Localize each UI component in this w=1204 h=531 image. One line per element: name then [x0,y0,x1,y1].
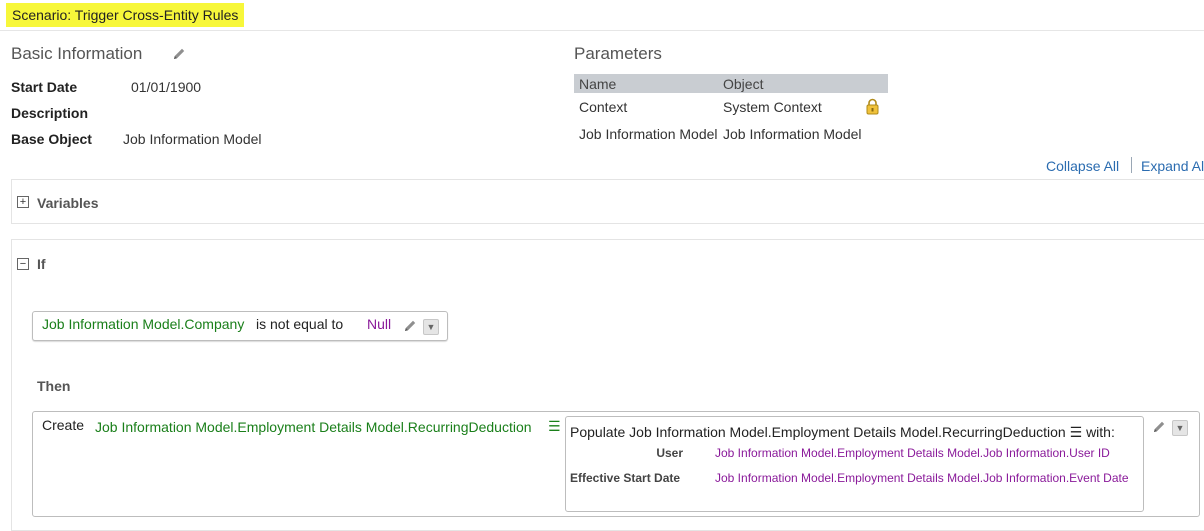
populate-row-label: User [656,446,683,460]
parameters-title: Parameters [574,44,662,63]
start-date-value: 01/01/1900 [131,79,202,95]
variables-label[interactable]: Variables [37,195,99,211]
edit-action-pencil-icon[interactable] [1151,419,1167,435]
parameter-row-name: Context [579,99,628,115]
action-dropdown-icon[interactable]: ▼ [1172,420,1188,436]
parameters-column-object: Object [723,76,764,92]
expand-plus-box-icon[interactable]: + [17,196,29,208]
populate-target[interactable]: Job Information Model.Employment Details… [629,424,1066,440]
collapse-all-link[interactable]: Collapse All [1046,158,1119,174]
action-create-label: Create [42,417,85,433]
parameter-row-name: Job Information Model [579,126,718,142]
base-object-value: Job Information Model [123,131,262,147]
lock-icon [866,98,879,115]
scenario-title: Scenario: Trigger Cross-Entity Rules [6,3,245,27]
populate-row-label: Effective Start Date [570,471,681,485]
edit-basic-info-pencil-icon[interactable] [171,46,187,62]
if-label[interactable]: If [37,256,46,272]
expand-all-link[interactable]: Expand All [1141,158,1204,174]
populate-header: Populate Job Information Model.Employmen… [570,424,1115,441]
populate-row-value[interactable]: Job Information Model.Employment Details… [715,471,1129,485]
condition-dropdown-icon[interactable]: ▼ [423,319,439,335]
base-object-label: Base Object [11,131,92,147]
edit-condition-pencil-icon[interactable] [402,318,418,334]
variables-panel [11,179,1204,224]
create-target-field[interactable]: Job Information Model.Employment Details… [95,419,532,435]
link-separator [1131,157,1132,173]
collapse-minus-box-icon[interactable]: − [17,258,29,270]
start-date-label: Start Date [11,79,78,95]
parameter-row-object: System Context [723,99,822,115]
populate-prefix: Populate [570,424,626,440]
then-label: Then [37,378,71,394]
parameters-column-name: Name [579,76,617,92]
condition-operator[interactable]: is not equal to [256,316,343,332]
populate-suffix: with: [1086,424,1115,440]
condition-value[interactable]: Null [367,316,391,332]
description-label: Description [11,105,89,121]
populate-menu-icon[interactable]: ☰ [1070,424,1083,440]
populate-row-value[interactable]: Job Information Model.Employment Details… [715,446,1110,460]
basic-information-title: Basic Information [11,44,143,63]
target-menu-icon[interactable]: ☰ [548,418,561,435]
condition-field[interactable]: Job Information Model.Company [42,316,244,332]
parameter-row-object: Job Information Model [723,126,862,142]
divider [0,30,1204,31]
